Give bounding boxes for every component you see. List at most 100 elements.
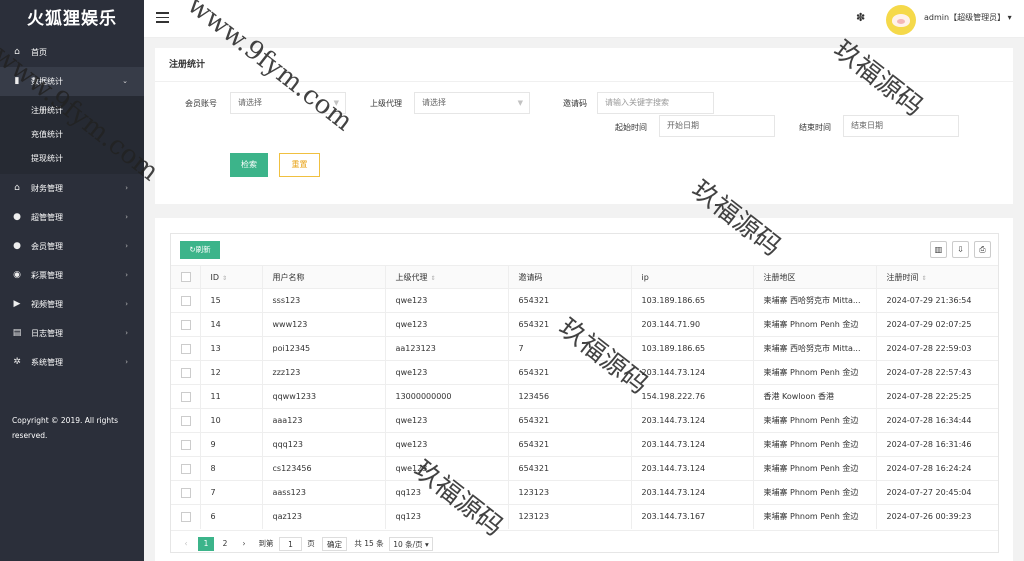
chevron-down-icon: ▾ [1007,13,1012,22]
table-cell: 654321 [508,456,632,481]
table-cell: 2024-07-26 00:39:23 [876,504,998,529]
table-cell: 7 [508,336,632,361]
row-checkbox[interactable] [181,439,191,450]
user-menu[interactable]: admin【超级管理员】 ▾ [924,12,1012,23]
filter-panel: 注册统计 会员账号 请选择 ▼ 上级代理 请选择 ▼ 邀请码 请输入关键字搜索 … [155,48,1013,204]
sidebar-item-data-stats[interactable]: ▮ 数据统计 ⌄ [0,67,144,96]
print-icon[interactable]: ⎙ [974,241,991,258]
table-cell: 柬埔寨 Phnom Penh 金边 [753,432,877,457]
row-checkbox[interactable] [181,511,191,522]
table-cell: 10 [200,408,263,433]
sidebar-item-members[interactable]: ● 会员管理 › [0,232,144,261]
goto-confirm-button[interactable]: 确定 [322,537,347,551]
sidebar-item-logs[interactable]: ▤ 日志管理 › [0,319,144,348]
sidebar-item-video[interactable]: ▶ 视频管理 › [0,290,144,319]
submenu-item[interactable]: 注册统计 [0,99,144,123]
table-cell: 103.189.186.65 [631,288,754,313]
row-select-cell [171,288,201,313]
menu-toggle-icon[interactable] [156,12,169,23]
sidebar-item-home[interactable]: ⌂ 首页 [0,38,144,67]
sidebar-item-lottery[interactable]: ◉ 彩票管理 › [0,261,144,290]
row-checkbox[interactable] [181,415,191,426]
row-select-cell [171,360,201,385]
reset-button[interactable]: 重置 [279,153,320,177]
goto-page-input[interactable]: 1 [279,537,302,551]
table-cell: 123456 [508,384,632,409]
sidebar-item-finance[interactable]: ⌂ 财务管理 › [0,174,144,203]
column-header[interactable]: ID ⇕ [200,265,263,289]
row-checkbox[interactable] [181,463,191,474]
select-all-checkbox[interactable] [181,272,191,282]
parent-select[interactable]: 请选择 ▼ [414,92,530,114]
page-size-select[interactable]: 10 条/页 ▾ [389,537,433,551]
row-checkbox[interactable] [181,295,191,306]
page-unit-label: 页 [307,539,315,548]
row-checkbox[interactable] [181,487,191,498]
column-header[interactable]: 上级代理 ⇕ [385,265,509,289]
sort-icon[interactable]: ⇕ [222,275,227,282]
table-row: 10 aaa123 qwe123 654321 203.144.73.124 柬埔寨 Ph… [171,408,998,433]
sidebar-item-system[interactable]: ✲ 系统管理 › [0,348,144,377]
table-cell: aa123123 [385,336,509,361]
table-cell: 6 [200,504,263,529]
chevron-down-icon: ⌄ [122,77,128,85]
sidebar-item-super-admin[interactable]: ● 超管管理 › [0,203,144,232]
chevron-right-icon: › [125,358,128,366]
page-1-button[interactable]: 1 [198,537,214,551]
sort-icon[interactable]: ⇕ [922,275,927,282]
table-row: 11 qqww1233 13000000000 123456 154.198.222.7… [171,384,998,409]
bank-icon: ⌂ [14,183,20,193]
avatar[interactable] [886,5,916,35]
table-row: 7 aass123 qq123 123123 203.144.73.124 柬埔寨 Phn… [171,480,998,505]
columns-filter-icon[interactable]: ▥ [930,241,947,258]
table-cell: 2024-07-28 22:25:25 [876,384,998,409]
table-cell: qwe123 [385,360,509,385]
next-page-button[interactable]: › [239,537,249,551]
table-header-row: ID ⇕ 用户名称 上级代理 ⇕ 邀请码 ip 注册地区 注册时间 ⇕ [171,265,998,289]
table-row: 9 qqq123 qwe123 654321 203.144.73.124 柬埔寨 Phn… [171,432,998,457]
submenu-item[interactable]: 提现统计 [0,147,144,171]
table-cell: 654321 [508,360,632,385]
palette-icon[interactable]: ✽ [856,11,865,24]
end-date-input[interactable]: 结束日期 [843,115,959,137]
table-row: 15 sss123 qwe123 654321 103.189.186.65 柬埔寨 西哈… [171,288,998,313]
gear-icon: ✲ [13,357,21,367]
parent-select-value: 请选择 [422,98,446,107]
refresh-button[interactable]: ↻刷新 [180,241,220,259]
row-checkbox[interactable] [181,391,191,402]
row-select-cell [171,408,201,433]
table-cell: 203.144.73.167 [631,504,754,529]
table-cell: 654321 [508,432,632,457]
row-checkbox[interactable] [181,367,191,378]
column-header-label: ip [641,272,649,282]
table-cell: 柬埔寨 Phnom Penh 金边 [753,408,877,433]
export-icon[interactable]: ⇩ [952,241,969,258]
table-cell: qqq123 [262,432,386,457]
prev-page-button[interactable]: ‹ [181,537,191,551]
log-icon: ▤ [12,328,22,338]
table-cell: qaz123 [262,504,386,529]
goto-label: 到第 [258,539,274,548]
table-cell: 柬埔寨 Phnom Penh 金边 [753,360,877,385]
table-cell: 654321 [508,288,632,313]
column-header[interactable]: 注册时间 ⇕ [876,265,998,289]
table-cell: 103.189.186.65 [631,336,754,361]
search-button[interactable]: 检索 [230,153,268,177]
start-date-input[interactable]: 开始日期 [659,115,775,137]
row-select-cell [171,312,201,337]
table-cell: 2024-07-28 16:24:24 [876,456,998,481]
member-select[interactable]: 请选择 ▼ [230,92,346,114]
page-2-button[interactable]: 2 [218,537,232,551]
row-checkbox[interactable] [181,319,191,330]
submenu-item[interactable]: 充值统计 [0,123,144,147]
sort-icon[interactable]: ⇕ [431,275,436,282]
sidebar-item-label: 首页 [31,48,47,57]
sidebar: 火狐狸娱乐 ⌂ 首页 ▮ 数据统计 ⌄ 注册统计 充值统计 提现统计 ⌂ 财务管理 › ● 超管管理 › ●… [0,0,144,561]
table-row: 14 www123 qwe123 654321 203.144.71.90 柬埔寨 Phn… [171,312,998,337]
invite-input[interactable]: 请输入关键字搜索 [597,92,714,114]
column-header-label: 邀请码 [518,272,543,282]
table-cell: 14 [200,312,263,337]
chevron-down-icon: ▼ [333,99,339,107]
row-checkbox[interactable] [181,343,191,354]
home-icon: ⌂ [14,47,20,57]
